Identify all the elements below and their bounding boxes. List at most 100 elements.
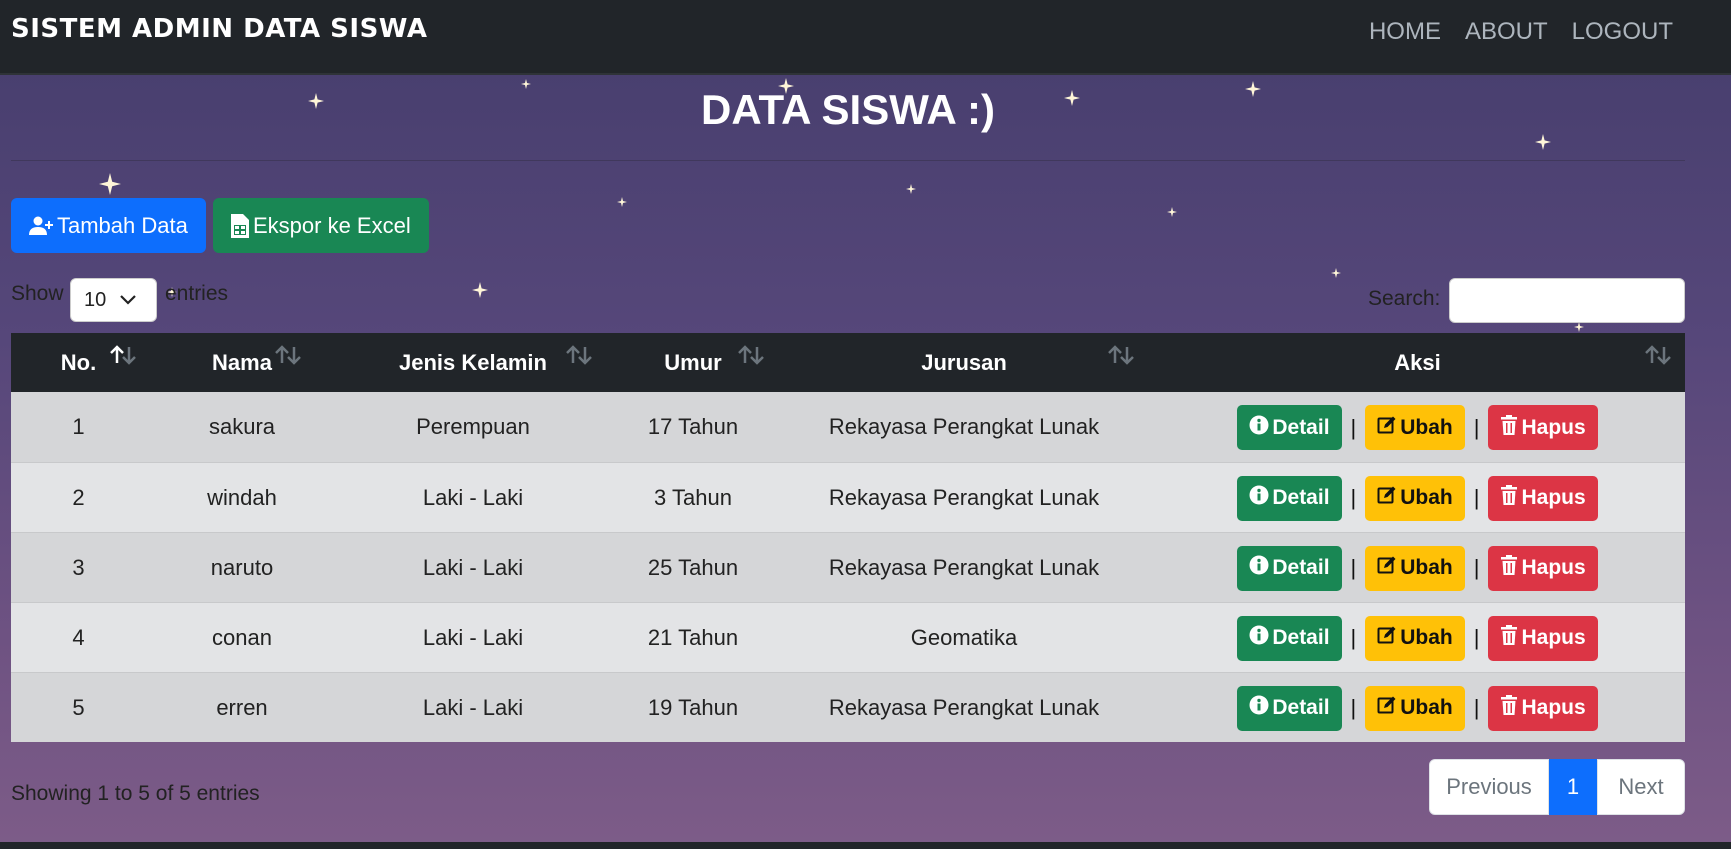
edit-button[interactable]: Ubah bbox=[1365, 615, 1465, 661]
separator: | bbox=[1473, 414, 1480, 440]
chevron-down-icon bbox=[120, 295, 136, 305]
table-row: 2 windah Laki - Laki 3 Tahun Rekayasa Perang… bbox=[11, 461, 1685, 532]
entries-label: entries bbox=[165, 282, 229, 305]
cell-jurusan: Rekayasa Perangkat Lunak bbox=[828, 414, 1100, 439]
edit-button[interactable]: Ubah bbox=[1365, 475, 1465, 521]
trash-icon bbox=[1500, 695, 1518, 721]
export-excel-label: Ekspor ke Excel bbox=[253, 212, 411, 238]
edit-button[interactable]: Ubah bbox=[1365, 405, 1465, 450]
cell-no: 5 bbox=[11, 671, 146, 742]
detail-button[interactable]: Detail bbox=[1237, 475, 1342, 521]
separator: | bbox=[1350, 555, 1357, 580]
search-input[interactable] bbox=[1449, 278, 1685, 323]
delete-button[interactable]: Hapus bbox=[1488, 545, 1598, 591]
cell-aksi: Detail | Ubah | Hapus bbox=[1150, 601, 1685, 672]
col-header-nama[interactable]: Nama bbox=[146, 333, 338, 392]
sort-icon bbox=[273, 343, 303, 367]
page-title: DATA SISWA :) bbox=[701, 86, 995, 133]
col-header-umur[interactable]: Umur bbox=[608, 333, 778, 392]
cell-aksi: Detail | Ubah | Hapus bbox=[1150, 671, 1685, 742]
footer-bar bbox=[0, 842, 1731, 849]
export-excel-button[interactable]: Ekspor ke Excel bbox=[213, 198, 429, 253]
nav-logout-link[interactable]: LOGOUT bbox=[1572, 18, 1673, 46]
cell-no: 3 bbox=[11, 531, 146, 602]
add-data-button[interactable]: Tambah Data bbox=[11, 198, 206, 253]
brand-title[interactable]: SISTEM ADMIN DATA SISWA bbox=[11, 14, 427, 44]
cell-aksi: Detail | Ubah | Hapus bbox=[1150, 531, 1685, 602]
edit-button[interactable]: Ubah bbox=[1365, 545, 1465, 591]
cell-nama: windah bbox=[146, 461, 338, 532]
cell-nama: erren bbox=[146, 671, 338, 742]
sort-asc-icon bbox=[108, 343, 138, 367]
table-info: Showing 1 to 5 of 5 entries bbox=[11, 782, 260, 805]
edit-button[interactable]: Ubah bbox=[1365, 685, 1465, 731]
table-row: 5 erren Laki - Laki 19 Tahun Rekayasa Perang… bbox=[11, 671, 1685, 742]
cell-jenis-kelamin: Laki - Laki bbox=[338, 461, 608, 532]
trash-icon bbox=[1500, 485, 1518, 511]
add-data-label: Tambah Data bbox=[57, 212, 188, 238]
detail-button[interactable]: Detail bbox=[1237, 685, 1342, 731]
nav-about-link[interactable]: ABOUT bbox=[1465, 18, 1548, 46]
next-page-button[interactable]: Next bbox=[1597, 759, 1685, 815]
detail-button[interactable]: Detail bbox=[1237, 615, 1342, 661]
detail-button[interactable]: Detail bbox=[1237, 405, 1342, 450]
sort-icon bbox=[1643, 343, 1673, 367]
detail-button[interactable]: Detail bbox=[1237, 545, 1342, 591]
search-label: Search: bbox=[1368, 287, 1441, 310]
cell-no: 1 bbox=[72, 414, 85, 439]
navbar: SISTEM ADMIN DATA SISWA HOME ABOUT LOGOU… bbox=[0, 0, 1731, 75]
table-header-row: No. Nama Jenis Kelamin Umur Jurusan Aksi bbox=[11, 333, 1685, 392]
trash-icon bbox=[1500, 414, 1518, 441]
cell-jenis-kelamin: Perempuan bbox=[416, 414, 530, 439]
sort-icon bbox=[564, 343, 594, 367]
cell-jurusan: Geomatika bbox=[778, 601, 1150, 672]
entries-select[interactable]: 10 bbox=[70, 278, 157, 322]
sort-icon bbox=[736, 343, 766, 367]
previous-page-button[interactable]: Previous bbox=[1429, 759, 1549, 815]
info-icon bbox=[1249, 555, 1269, 581]
delete-button[interactable]: Hapus bbox=[1488, 615, 1598, 661]
separator: | bbox=[1350, 414, 1357, 440]
separator: | bbox=[1350, 695, 1357, 720]
col-header-jenis-kelamin[interactable]: Jenis Kelamin bbox=[338, 333, 608, 392]
separator: | bbox=[1350, 485, 1357, 510]
delete-button[interactable]: Hapus bbox=[1488, 475, 1598, 521]
cell-umur: 3 Tahun bbox=[608, 461, 778, 532]
cell-nama: conan bbox=[146, 601, 338, 672]
edit-icon bbox=[1377, 415, 1397, 441]
edit-icon bbox=[1377, 695, 1397, 721]
trash-icon bbox=[1500, 555, 1518, 581]
delete-button[interactable]: Hapus bbox=[1488, 405, 1598, 450]
info-icon bbox=[1249, 415, 1269, 441]
sort-icon bbox=[1106, 343, 1136, 367]
divider bbox=[11, 160, 1685, 161]
table-row: 4 conan Laki - Laki 21 Tahun Geomatika Detail… bbox=[11, 601, 1685, 672]
cell-aksi: Detail | Ubah | Hapus bbox=[1150, 461, 1685, 532]
cell-jenis-kelamin: Laki - Laki bbox=[338, 531, 608, 602]
table-row: 1 sakura Perempuan 17 Tahun Rekayasa Perangk… bbox=[11, 392, 1685, 462]
edit-icon bbox=[1377, 485, 1397, 511]
col-header-no[interactable]: No. bbox=[11, 333, 146, 392]
col-header-aksi[interactable]: Aksi bbox=[1150, 333, 1685, 392]
user-plus-icon bbox=[29, 216, 53, 235]
cell-jenis-kelamin: Laki - Laki bbox=[338, 671, 608, 742]
separator: | bbox=[1473, 625, 1480, 650]
cell-umur: 21 Tahun bbox=[608, 601, 778, 672]
cell-umur: 25 Tahun bbox=[608, 531, 778, 602]
spreadsheet-icon bbox=[231, 213, 249, 238]
cell-jurusan: Rekayasa Perangkat Lunak bbox=[778, 671, 1150, 742]
entries-select-value: 10 bbox=[84, 288, 107, 311]
edit-icon bbox=[1377, 625, 1397, 651]
page-1-button[interactable]: 1 bbox=[1549, 759, 1597, 815]
cell-no: 2 bbox=[11, 461, 146, 532]
cell-no: 4 bbox=[11, 601, 146, 672]
cell-aksi: Detail | Ubah | Hapus bbox=[1150, 392, 1685, 462]
separator: | bbox=[1473, 485, 1480, 510]
delete-button[interactable]: Hapus bbox=[1488, 685, 1598, 731]
pagination: Previous 1 Next bbox=[1429, 759, 1685, 815]
cell-nama: sakura bbox=[208, 414, 276, 439]
nav-home-link[interactable]: HOME bbox=[1369, 18, 1441, 46]
cell-jenis-kelamin: Laki - Laki bbox=[338, 601, 608, 672]
col-header-jurusan[interactable]: Jurusan bbox=[778, 333, 1150, 392]
info-icon bbox=[1249, 695, 1269, 721]
